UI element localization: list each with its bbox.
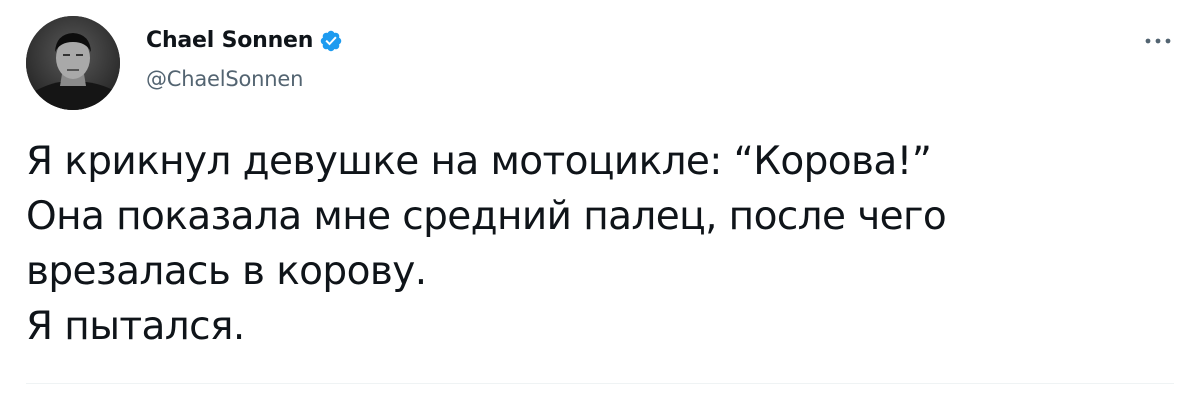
more-button[interactable] (1138, 26, 1178, 56)
profile-photo (26, 16, 120, 110)
tweet-text-line: Она показала мне средний палец, после че… (26, 194, 947, 239)
display-name[interactable]: Chael Sonnen (146, 27, 313, 55)
author-handle[interactable]: @ChaelSonnen (146, 66, 303, 92)
tweet-text-line: Я крикнул девушке на мотоцикле: “Корова!… (26, 139, 932, 184)
avatar[interactable] (26, 16, 120, 110)
more-horizontal-icon (1145, 38, 1171, 44)
tweet-text: Я крикнул девушке на мотоцикле: “Корова!… (26, 134, 1196, 354)
verified-badge-icon (321, 30, 342, 52)
tweet-text-line: Я пытался. (26, 304, 245, 349)
tweet-card: Chael Sonnen @ChaelSonnen Я крикнул деву… (0, 0, 1200, 417)
author-name-row: Chael Sonnen (146, 27, 343, 55)
tweet-text-line: врезалась в корову. (26, 249, 427, 294)
divider (26, 383, 1174, 384)
